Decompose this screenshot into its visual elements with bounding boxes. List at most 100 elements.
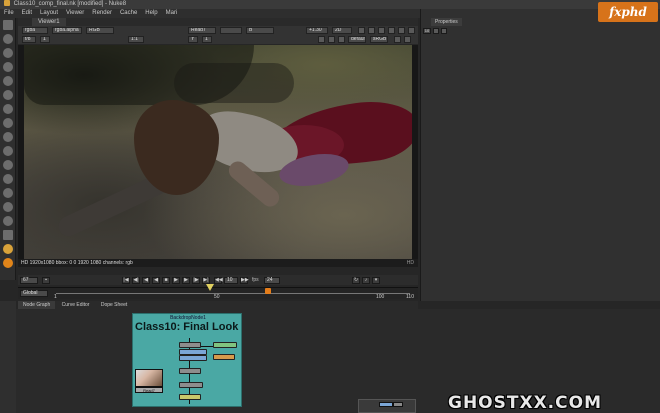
skip-forward-button[interactable]: ▶▶ bbox=[240, 277, 249, 284]
timeline-track[interactable] bbox=[56, 293, 410, 294]
scale-dropdown[interactable]: +1.30 bbox=[306, 27, 328, 34]
flip-icon[interactable] bbox=[394, 36, 401, 43]
gain-field[interactable]: 1 bbox=[40, 36, 50, 43]
format-info: HD 1920x1080 bbox: 0 0 1920 1080 channel… bbox=[21, 260, 133, 266]
viewer-viewport[interactable] bbox=[18, 45, 418, 259]
image-tool-icon[interactable] bbox=[3, 20, 13, 30]
menu-cache[interactable]: Cache bbox=[116, 9, 141, 18]
keyer-tool-icon[interactable] bbox=[3, 104, 13, 114]
time-tool-icon[interactable] bbox=[3, 48, 13, 58]
menu-render[interactable]: Render bbox=[88, 9, 116, 18]
gamma-field[interactable]: 1 bbox=[202, 36, 212, 43]
node-graph-side bbox=[0, 301, 16, 413]
lut-dropdown[interactable]: default bbox=[348, 36, 366, 43]
colorspace-dropdown[interactable]: sRGB bbox=[370, 36, 388, 43]
grade-node[interactable] bbox=[213, 342, 237, 348]
lock-range-icon[interactable]: ▪ bbox=[42, 277, 50, 284]
fps-field[interactable]: 24 bbox=[264, 277, 280, 284]
filter-tool-icon[interactable] bbox=[3, 90, 13, 100]
proxy-icon[interactable] bbox=[328, 36, 335, 43]
particles-tool-icon[interactable] bbox=[3, 188, 13, 198]
channel-tool-icon[interactable] bbox=[3, 62, 13, 72]
camera-icon[interactable] bbox=[398, 27, 405, 34]
backdrop-title: Class10: Final Look bbox=[135, 321, 239, 333]
stop-button[interactable]: ■ bbox=[162, 277, 170, 284]
settings-icon[interactable] bbox=[408, 27, 415, 34]
color-tool-icon[interactable] bbox=[3, 76, 13, 86]
toolsets-tool-icon[interactable] bbox=[3, 216, 13, 226]
metadata-tool-icon[interactable] bbox=[3, 174, 13, 184]
dot-node[interactable] bbox=[179, 342, 201, 348]
timeline-tick-100: 100 bbox=[376, 294, 385, 300]
menu-help[interactable]: Help bbox=[141, 9, 161, 18]
menu-mari[interactable]: Mari bbox=[162, 9, 182, 18]
ofx-tool-icon[interactable] bbox=[3, 258, 13, 268]
clear-properties-icon[interactable] bbox=[441, 28, 447, 34]
view-mode-dropdown[interactable]: 2D bbox=[332, 27, 352, 34]
read-node-thumbnail[interactable] bbox=[135, 369, 163, 387]
refresh-icon[interactable] bbox=[378, 27, 385, 34]
other-tool-icon[interactable] bbox=[3, 230, 13, 240]
playback-controls: 67 ▪ |◀ ◀| ◀ ◀ ■ ▶ ▶ |▶ ▶| ◀◀ 10 ▶▶ fps … bbox=[18, 275, 418, 285]
transform-tool-icon[interactable] bbox=[3, 132, 13, 142]
colorcorrect-node[interactable] bbox=[179, 355, 207, 361]
skip-back-button[interactable]: ◀◀ bbox=[214, 277, 223, 284]
zoom-dropdown[interactable]: 1:1 bbox=[128, 36, 144, 43]
color-mode-dropdown[interactable]: RGB bbox=[86, 27, 114, 34]
menu-viewer[interactable]: Viewer bbox=[62, 9, 88, 18]
input-b-dropdown[interactable]: B bbox=[246, 27, 274, 34]
alpha-channel-dropdown[interactable]: rgba.alpha bbox=[52, 27, 82, 34]
pause-icon[interactable] bbox=[388, 27, 395, 34]
current-frame-field[interactable]: 67 bbox=[20, 277, 38, 284]
gamma-label[interactable]: Y bbox=[188, 36, 198, 43]
playback-menu-icon[interactable]: ▾ bbox=[372, 277, 380, 284]
merge-tool-icon[interactable] bbox=[3, 118, 13, 128]
views-tool-icon[interactable] bbox=[3, 160, 13, 170]
step-back-button[interactable]: ◀ bbox=[142, 277, 150, 284]
downrez-icon[interactable] bbox=[338, 36, 345, 43]
3d-tool-icon[interactable] bbox=[3, 146, 13, 156]
play-backward-button[interactable]: ◀ bbox=[152, 277, 160, 284]
step-increment-field[interactable]: 10 bbox=[224, 277, 238, 284]
first-frame-button[interactable]: |◀ bbox=[122, 277, 130, 284]
playhead-marker[interactable] bbox=[265, 288, 272, 294]
loop-mode-icon[interactable]: ↻ bbox=[352, 277, 360, 284]
lock-properties-icon[interactable] bbox=[433, 28, 439, 34]
fxphd-logo: fxphd bbox=[598, 2, 658, 22]
timeline[interactable]: Global 1 50 100 110 bbox=[18, 287, 418, 300]
channels-dropdown[interactable]: rgba bbox=[22, 27, 48, 34]
input-a-dropdown[interactable]: Read7 bbox=[188, 27, 216, 34]
draw-tool-icon[interactable] bbox=[3, 34, 13, 44]
shuffle-node[interactable] bbox=[179, 382, 203, 388]
node-graph-navigator[interactable] bbox=[358, 399, 416, 413]
tab-dope-sheet[interactable]: Dope Sheet bbox=[96, 301, 132, 309]
menu-edit[interactable]: Edit bbox=[18, 9, 36, 18]
play-forward-button[interactable]: ▶ bbox=[172, 277, 180, 284]
viewer-tab[interactable]: Viewer1 bbox=[32, 18, 66, 26]
step-forward-button[interactable]: ▶ bbox=[182, 277, 190, 284]
next-keyframe-button[interactable]: |▶ bbox=[192, 277, 200, 284]
node-graph-tabs: Node Graph Curve Editor Dope Sheet bbox=[18, 301, 418, 309]
furnace-tool-icon[interactable] bbox=[3, 244, 13, 254]
roi-icon[interactable] bbox=[358, 27, 365, 34]
merge-node[interactable] bbox=[179, 368, 201, 374]
prev-keyframe-button[interactable]: ◀| bbox=[132, 277, 140, 284]
read-node-label[interactable]: Read7 bbox=[135, 387, 163, 393]
blur-node[interactable] bbox=[213, 354, 235, 360]
last-frame-button[interactable]: ▶| bbox=[202, 277, 210, 284]
menu-layout[interactable]: Layout bbox=[36, 9, 62, 18]
properties-tab[interactable]: Properties bbox=[431, 18, 462, 26]
wipe-icon[interactable] bbox=[404, 36, 411, 43]
max-panels-field[interactable]: 10 bbox=[423, 28, 431, 34]
deep-tool-icon[interactable] bbox=[3, 202, 13, 212]
clip-warning-icon[interactable] bbox=[318, 36, 325, 43]
audio-icon[interactable]: ♪ bbox=[362, 277, 370, 284]
range-mode-dropdown[interactable]: Global bbox=[20, 290, 48, 297]
gain-label[interactable]: f/8 bbox=[22, 36, 36, 43]
composite-dropdown[interactable] bbox=[220, 27, 242, 34]
write-node[interactable] bbox=[179, 394, 201, 400]
menu-file[interactable]: File bbox=[0, 9, 18, 18]
tab-node-graph[interactable]: Node Graph bbox=[18, 301, 56, 309]
lock-icon[interactable] bbox=[368, 27, 375, 34]
tab-curve-editor[interactable]: Curve Editor bbox=[57, 301, 95, 309]
